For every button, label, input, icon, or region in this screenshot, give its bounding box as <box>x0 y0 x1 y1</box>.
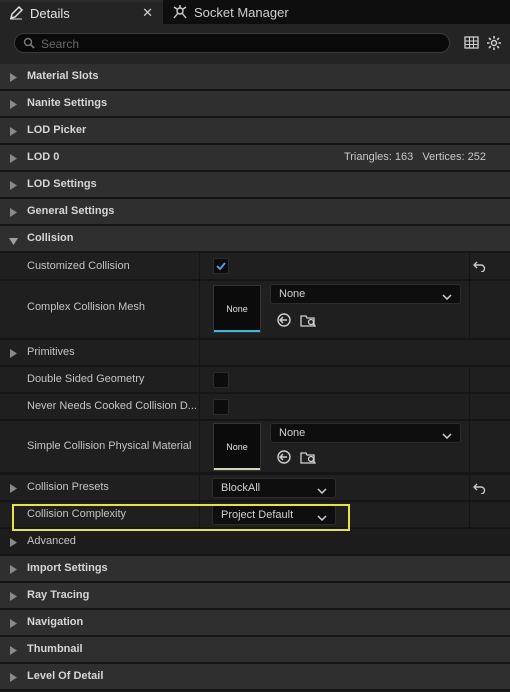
expand-arrow-icon[interactable] <box>10 484 17 496</box>
expand-arrow-icon[interactable] <box>10 127 17 139</box>
expand-arrow-icon[interactable] <box>10 100 17 112</box>
reset-to-default-icon[interactable] <box>473 482 486 497</box>
property-collision-presets: Collision Presets BlockAll <box>0 475 510 501</box>
asset-type-bar <box>214 330 260 332</box>
asset-thumbnail[interactable]: None <box>213 285 261 333</box>
category-lod-picker[interactable]: LOD Picker <box>0 118 510 144</box>
customized-collision-checkbox[interactable] <box>213 258 229 274</box>
dropdown-value: None <box>279 288 306 300</box>
category-title: Import Settings <box>27 562 108 574</box>
category-navigation[interactable]: Navigation <box>0 610 510 636</box>
lod0-stats: Triangles: 163 Vertices: 252 <box>343 151 486 163</box>
category-thumbnail[interactable]: Thumbnail <box>0 637 510 663</box>
category-nanite-settings[interactable]: Nanite Settings <box>0 91 510 117</box>
reset-to-default-icon[interactable] <box>473 260 486 275</box>
pencil-icon <box>8 5 24 21</box>
category-title: General Settings <box>27 205 115 217</box>
category-general-settings[interactable]: General Settings <box>0 199 510 225</box>
category-title: LOD 0 <box>27 151 60 163</box>
details-toolbar: Search <box>0 24 510 64</box>
collapse-arrow-icon[interactable] <box>9 236 18 248</box>
category-title: Material Slots <box>27 70 99 82</box>
checkmark-icon <box>216 262 226 271</box>
collision-presets-dropdown[interactable]: BlockAll <box>212 478 336 498</box>
category-title: Ray Tracing <box>27 589 90 601</box>
tab-details[interactable]: Details ✕ <box>0 0 163 24</box>
property-label: Complex Collision Mesh <box>27 301 145 313</box>
category-title: LOD Settings <box>27 178 97 190</box>
property-never-needs-cooked-collision-data: Never Needs Cooked Collision D... <box>0 394 510 420</box>
expand-arrow-icon[interactable] <box>10 73 17 85</box>
expand-arrow-icon[interactable] <box>10 208 17 220</box>
property-label: Collision Presets <box>27 481 109 493</box>
chevron-down-icon <box>317 485 327 497</box>
highlight-box <box>12 504 350 531</box>
property-simple-collision-physical-material: Simple Collision Physical Material None … <box>0 421 510 473</box>
category-level-of-detail[interactable]: Level Of Detail <box>0 664 510 690</box>
search-placeholder: Search <box>41 37 80 51</box>
browse-asset-icon[interactable] <box>300 312 317 331</box>
expand-arrow-icon[interactable] <box>10 349 17 361</box>
use-selected-asset-icon[interactable] <box>276 312 292 331</box>
close-tab-icon[interactable]: ✕ <box>142 5 153 21</box>
asset-thumbnail[interactable]: None <box>213 423 261 471</box>
category-title: Navigation <box>27 616 84 628</box>
category-ray-tracing[interactable]: Ray Tracing <box>0 583 510 609</box>
expand-arrow-icon[interactable] <box>10 619 17 631</box>
expand-arrow-icon[interactable] <box>10 181 17 193</box>
category-title: Nanite Settings <box>27 97 108 109</box>
never-needs-cooked-checkbox[interactable] <box>213 399 229 415</box>
subcategory-label: Primitives <box>27 346 75 358</box>
category-material-slots[interactable]: Material Slots <box>0 64 510 90</box>
complex-collision-mesh-dropdown[interactable]: None <box>270 284 461 304</box>
tab-socket-manager[interactable]: Socket Manager <box>164 0 314 24</box>
physical-material-dropdown[interactable]: None <box>270 423 461 443</box>
search-icon <box>23 37 35 52</box>
use-selected-asset-icon[interactable] <box>276 449 292 468</box>
category-import-settings[interactable]: Import Settings <box>0 556 510 582</box>
property-label: Simple Collision Physical Material <box>27 440 192 452</box>
subcategory-label: Advanced <box>27 535 76 547</box>
category-title: Collision <box>27 232 74 244</box>
expand-arrow-icon[interactable] <box>10 154 17 166</box>
tab-socket-manager-label: Socket Manager <box>194 4 289 20</box>
thumbnail-label: None <box>226 304 248 314</box>
property-label: Never Needs Cooked Collision D... <box>27 400 197 412</box>
category-title: LOD Picker <box>27 124 87 136</box>
expand-arrow-icon[interactable] <box>10 565 17 577</box>
category-lod0[interactable]: LOD 0 Triangles: 163 Vertices: 252 <box>0 145 510 171</box>
browse-asset-icon[interactable] <box>300 449 317 468</box>
search-input[interactable]: Search <box>14 33 450 53</box>
category-title: Level Of Detail <box>27 670 104 682</box>
dropdown-value: BlockAll <box>221 482 261 494</box>
property-customized-collision: Customized Collision <box>0 253 510 280</box>
thumbnail-label: None <box>226 442 248 452</box>
category-collision[interactable]: Collision <box>0 226 510 252</box>
dropdown-value: None <box>279 427 306 439</box>
chevron-down-icon <box>442 430 452 442</box>
property-label: Double Sided Geometry <box>27 373 145 385</box>
table-view-icon[interactable] <box>464 35 479 53</box>
expand-arrow-icon[interactable] <box>10 592 17 604</box>
subcategory-primitives[interactable]: Primitives <box>0 340 510 366</box>
settings-gear-icon[interactable] <box>486 35 502 54</box>
property-label: Customized Collision <box>27 260 130 272</box>
tab-bar: Details ✕ Socket Manager <box>0 0 510 24</box>
tab-details-label: Details <box>30 5 70 21</box>
category-lod-settings[interactable]: LOD Settings <box>0 172 510 198</box>
asset-type-bar <box>214 468 260 470</box>
socket-icon <box>172 4 188 20</box>
expand-arrow-icon[interactable] <box>10 538 17 550</box>
expand-arrow-icon[interactable] <box>10 673 17 685</box>
property-double-sided-geometry: Double Sided Geometry <box>0 367 510 393</box>
property-complex-collision-mesh: Complex Collision Mesh None None <box>0 281 510 339</box>
chevron-down-icon <box>442 291 452 303</box>
subcategory-advanced[interactable]: Advanced <box>0 529 510 555</box>
double-sided-geometry-checkbox[interactable] <box>213 372 229 388</box>
expand-arrow-icon[interactable] <box>10 646 17 658</box>
category-title: Thumbnail <box>27 643 83 655</box>
